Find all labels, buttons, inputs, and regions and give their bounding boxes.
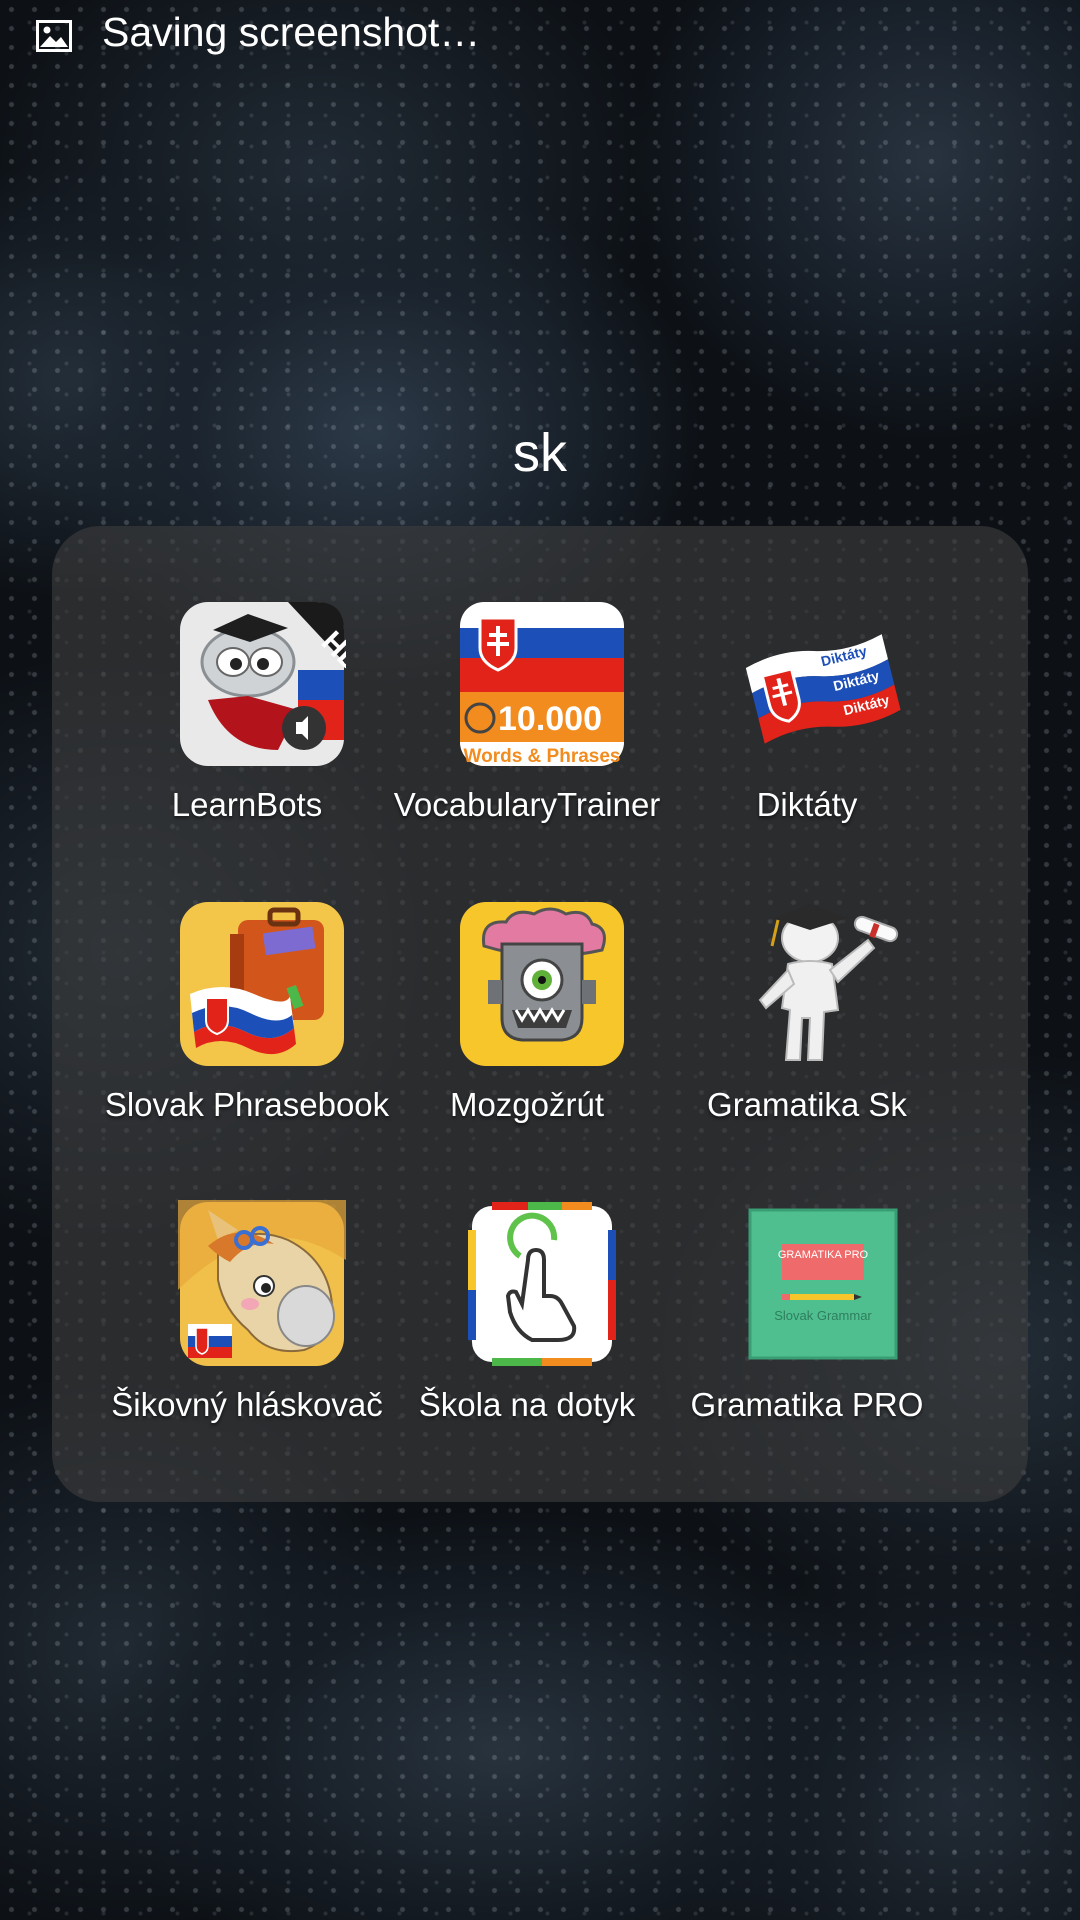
home-screen: Saving screenshot… sk HD LearnBots 10.00…	[0, 0, 1080, 1920]
gramatika-pro-icon-caption: Slovak Grammar	[774, 1308, 872, 1323]
gramatika-pro-book-icon: GRAMATIKA PRO Slovak Grammar	[738, 1200, 906, 1368]
mozgozrut-monster-icon	[458, 900, 626, 1068]
app-label: Gramatika Sk	[707, 1086, 907, 1123]
horse-icon	[178, 1200, 346, 1368]
app-label: Gramatika PRO	[690, 1386, 924, 1423]
folder-panel: HD LearnBots 10.000 Words & Phrases Voca…	[52, 526, 1028, 1502]
app-gramatika-sk[interactable]: Gramatika Sk	[657, 900, 957, 1123]
touch-hand-icon	[458, 1200, 626, 1368]
notification-text: Saving screenshot…	[102, 9, 481, 55]
diktaty-flag-icon: Diktáty Diktáty Diktáty	[738, 600, 906, 768]
image-icon	[36, 20, 72, 52]
app-gramatika-pro[interactable]: GRAMATIKA PRO Slovak Grammar Gramatika P…	[657, 1200, 957, 1423]
graduate-figure-icon	[738, 900, 906, 1068]
app-diktaty[interactable]: Diktáty Diktáty Diktáty Diktáty	[657, 600, 957, 823]
vocab-icon-caption: Words & Phrases	[464, 746, 621, 767]
status-bar: Saving screenshot…	[0, 0, 1080, 68]
app-label: Diktáty	[756, 786, 858, 823]
gramatika-pro-icon-title: GRAMATIKA PRO	[778, 1249, 869, 1261]
vocab-icon-number: 10.000	[498, 700, 602, 738]
vocabulary-trainer-flag-icon: 10.000 Words & Phrases	[458, 600, 626, 768]
learnbots-robot-icon: HD	[178, 600, 369, 768]
folder-title[interactable]: sk	[0, 422, 1080, 484]
phrasebook-suitcase-icon	[178, 900, 346, 1068]
